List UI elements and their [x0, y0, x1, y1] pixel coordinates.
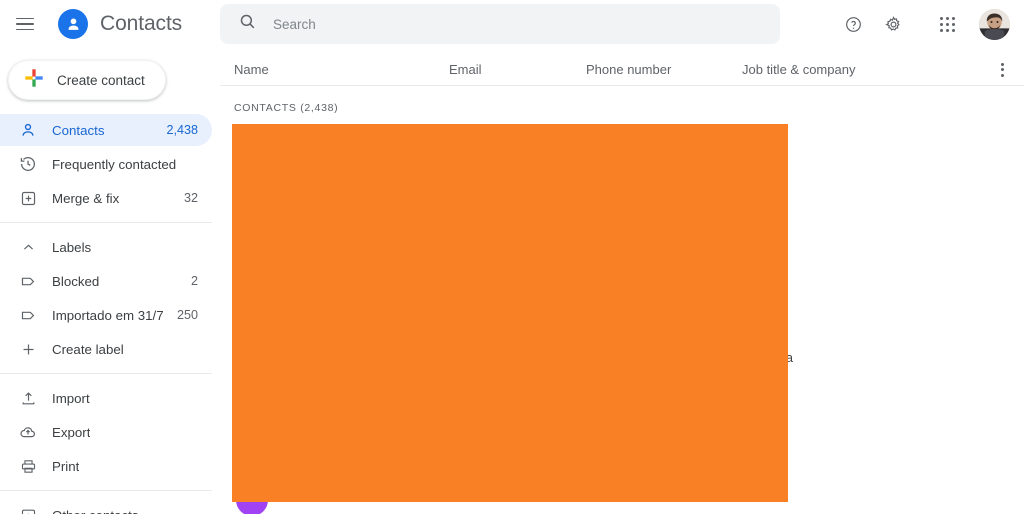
contacts-section-label: CONTACTS (2,438)	[234, 102, 339, 114]
orange-occlusion-overlay	[232, 124, 788, 502]
sidebar-item-label: Frequently contacted	[52, 156, 177, 172]
sidebar-item-label: Blocked	[52, 273, 100, 289]
sidebar-item-count: 250	[176, 308, 198, 322]
table-column-headers: Name Email Phone number Job title & comp…	[220, 48, 1024, 86]
search-icon	[238, 12, 257, 36]
user-avatar-photo	[979, 8, 1010, 40]
sidebar-divider	[0, 373, 212, 374]
sidebar-item-label: Print	[52, 458, 80, 474]
contacts-app: Contacts Create contact Contacts 2,438 F…	[0, 0, 1024, 514]
sidebar-item-print[interactable]: Print	[0, 450, 212, 482]
column-header-name[interactable]: Name	[234, 62, 449, 77]
search-bar[interactable]: Search	[220, 4, 780, 44]
contacts-person-logo	[58, 9, 88, 39]
sidebar-item-import[interactable]: Import	[0, 382, 212, 414]
sidebar-item-label: Merge & fix	[52, 190, 120, 206]
brand-row: Contacts	[0, 0, 220, 48]
sidebar-item-label: Importado em 31/7	[52, 307, 164, 323]
plus-icon	[18, 339, 38, 359]
column-header-email[interactable]: Email	[449, 62, 586, 77]
print-icon	[18, 456, 38, 476]
top-bar: Search	[220, 0, 1024, 48]
sidebar-item-label: Contacts	[52, 122, 105, 138]
sidebar-item-importado-em-31-7[interactable]: Importado em 31/7 250	[0, 299, 212, 331]
export-cloud-icon	[18, 422, 38, 442]
sidebar-item-merge-and-fix[interactable]: Merge & fix 32	[0, 182, 212, 214]
chevron-up-icon	[18, 237, 38, 257]
history-clock-icon	[18, 154, 38, 174]
other-contacts-icon	[18, 505, 38, 514]
gear-icon[interactable]	[875, 6, 911, 42]
sidebar-divider	[0, 222, 212, 223]
sidebar-item-label: Create label	[52, 341, 124, 357]
sidebar-item-label: Labels	[52, 239, 92, 255]
page-title: Contacts	[100, 12, 183, 35]
sidebar-item-label: Import	[52, 390, 90, 406]
sidebar-item-blocked[interactable]: Blocked 2	[0, 265, 212, 297]
person-outline-icon	[18, 120, 38, 140]
sidebar-item-labels[interactable]: Labels	[0, 231, 212, 263]
sidebar-item-count: 32	[183, 191, 198, 205]
sidebar-item-count: 2	[190, 274, 198, 288]
google-plus-icon	[23, 67, 45, 94]
sidebar-item-label: Export	[52, 424, 91, 440]
create-contact-button[interactable]: Create contact	[8, 60, 166, 100]
sidebar-item-label: Other contacts	[52, 508, 138, 514]
column-header-phone[interactable]: Phone number	[586, 62, 742, 77]
sidebar-item-export[interactable]: Export	[0, 416, 212, 448]
import-upload-icon	[18, 388, 38, 408]
merge-fix-icon	[18, 188, 38, 208]
apps-grid-icon[interactable]	[929, 6, 965, 42]
sidebar: Contacts Create contact Contacts 2,438 F…	[0, 0, 220, 514]
more-vert-icon[interactable]	[1001, 62, 1004, 77]
avatar[interactable]	[979, 8, 1010, 40]
search-input[interactable]: Search	[273, 17, 316, 32]
column-header-job[interactable]: Job title & company	[742, 62, 942, 77]
sidebar-item-frequently-contacted[interactable]: Frequently contacted	[0, 148, 212, 180]
label-outline-icon	[18, 271, 38, 291]
top-bar-icons	[835, 6, 1010, 42]
help-circle-icon[interactable]	[835, 6, 871, 42]
sidebar-nav: Contacts 2,438 Frequently contacted Merg…	[0, 112, 220, 514]
sidebar-divider	[0, 490, 212, 491]
sidebar-item-contacts[interactable]: Contacts 2,438	[0, 114, 212, 146]
label-outline-icon	[18, 305, 38, 325]
hamburger-icon[interactable]	[16, 12, 40, 36]
sidebar-item-create-label[interactable]: Create label	[0, 333, 212, 365]
create-contact-label: Create contact	[57, 72, 145, 88]
sidebar-item-count: 2,438	[166, 123, 198, 137]
sidebar-item-other-contacts[interactable]: Other contacts	[0, 499, 212, 514]
